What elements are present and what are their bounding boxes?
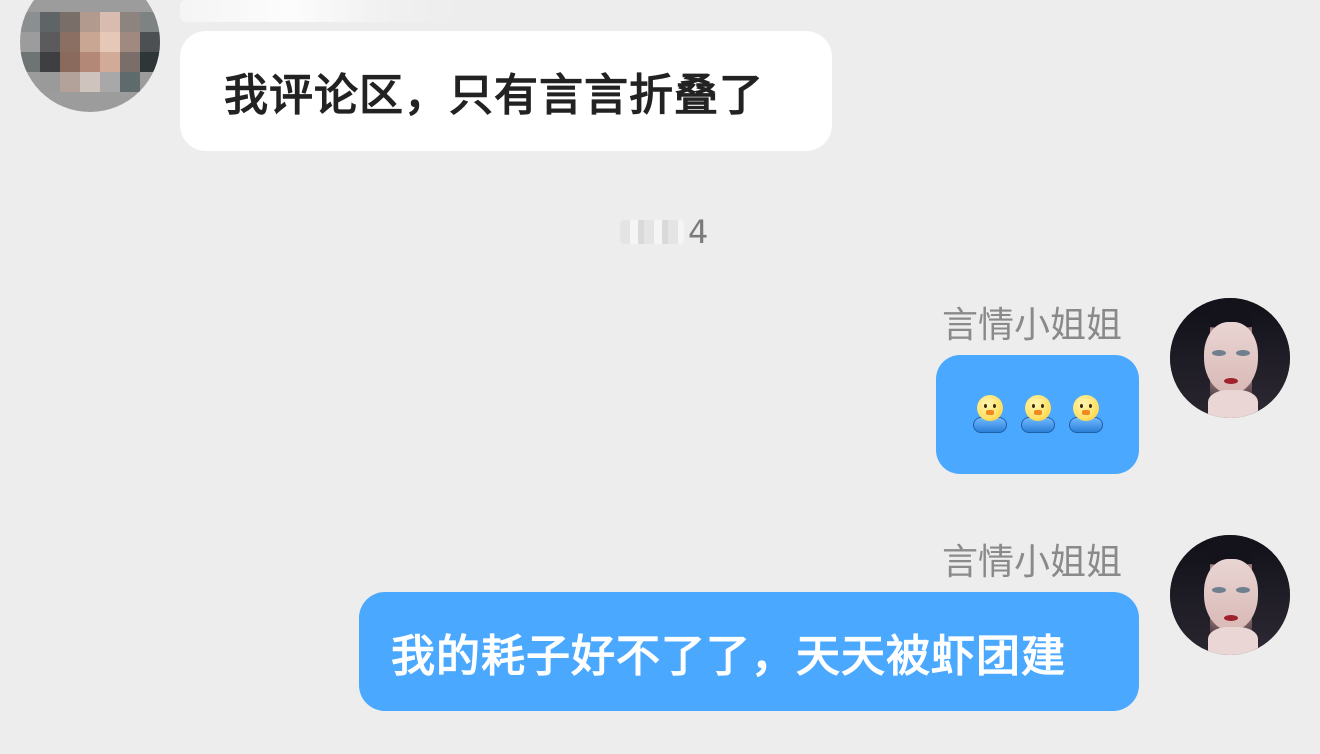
user-avatar[interactable] <box>1170 298 1290 418</box>
chick-emoji-icon <box>1068 394 1103 435</box>
time-separator-obscured <box>620 220 684 244</box>
time-separator-text: 4 <box>688 213 709 251</box>
incoming-message-bubble[interactable]: 我评论区，只有言言折叠了 <box>180 31 832 151</box>
sender-name: 言情小姐姐 <box>941 542 1122 583</box>
incoming-message-text: 我评论区，只有言言折叠了 <box>224 70 764 121</box>
sender-avatar-pixelated[interactable] <box>20 0 160 112</box>
pixelated-avatar-mosaic <box>20 0 160 112</box>
sender-name-obscured <box>180 0 460 22</box>
time-separator: 4 <box>620 212 708 252</box>
chat-screen: 我评论区，只有言言折叠了 4 言情小姐姐 言情小姐姐 我的耗子好不了了，天天被虾… <box>0 0 1320 754</box>
sender-name: 言情小姐姐 <box>941 305 1122 346</box>
outgoing-message-bubble[interactable]: 我的耗子好不了了，天天被虾团建 <box>359 592 1139 711</box>
chick-emoji-icon <box>1020 394 1055 435</box>
outgoing-message-text: 我的耗子好不了了，天天被虾团建 <box>391 630 1066 682</box>
outgoing-emoji-bubble[interactable] <box>936 355 1139 474</box>
user-avatar[interactable] <box>1170 535 1290 655</box>
chick-emoji-icon <box>972 394 1007 435</box>
